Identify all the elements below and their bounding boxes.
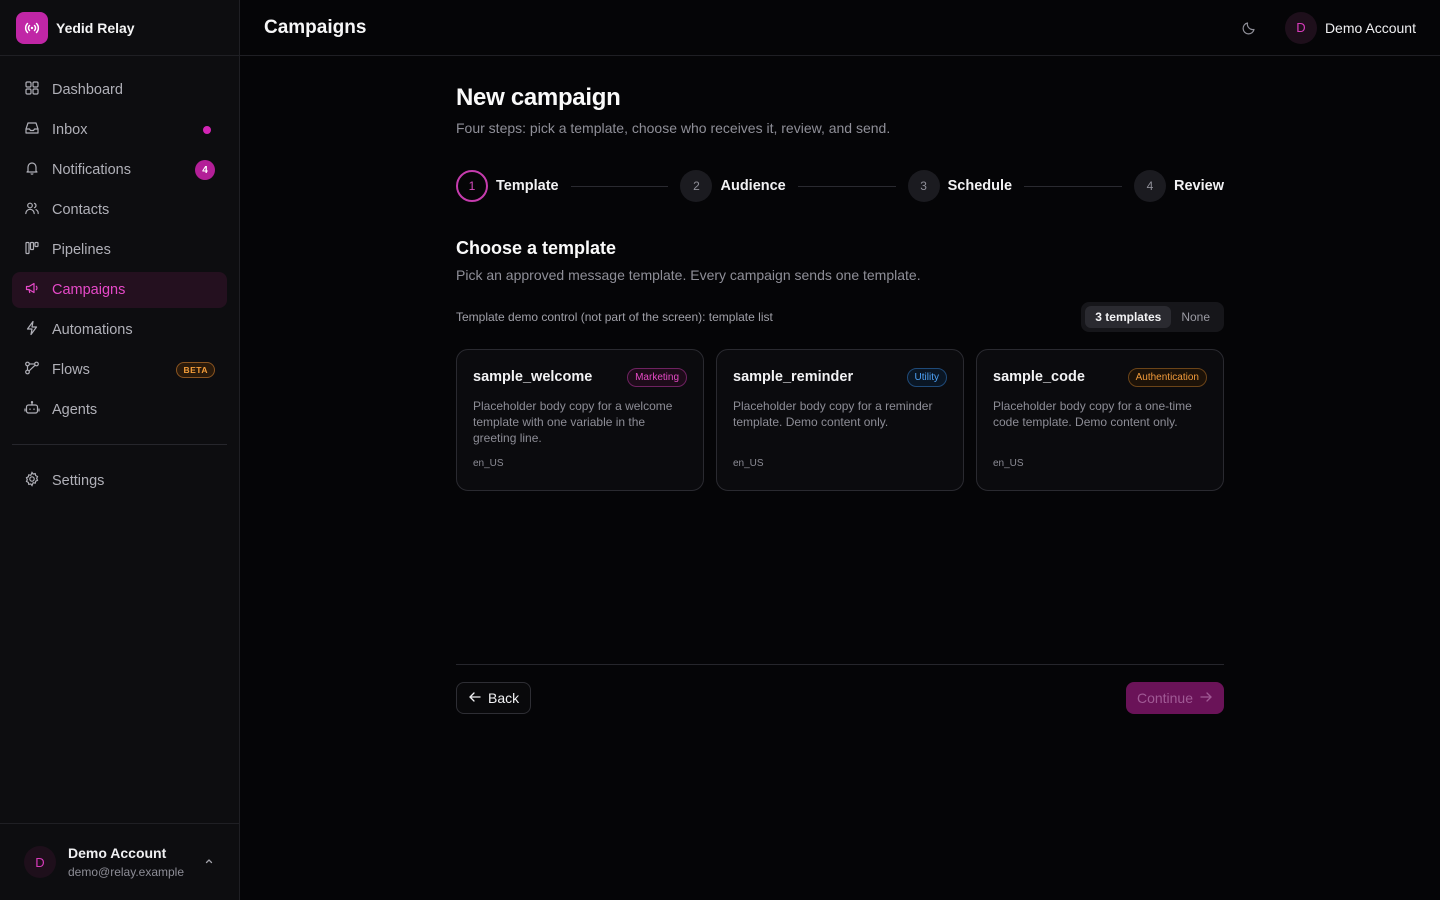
sidebar-item-label: Flows — [52, 362, 90, 378]
continue-button[interactable]: Continue — [1125, 682, 1224, 714]
demo-control-label: Template demo control (not part of the s… — [456, 310, 773, 324]
sidebar-item-label: Contacts — [52, 202, 110, 218]
template-list-toggle: 3 templates None — [1081, 302, 1224, 332]
template-card-sample-welcome[interactable]: sample_welcome Marketing Placeholder bod… — [456, 349, 704, 491]
bolt-icon — [24, 320, 40, 340]
inbox-icon — [24, 120, 40, 140]
step-connector — [1024, 185, 1122, 187]
arrow-left-icon — [468, 690, 482, 707]
kanban-icon — [24, 240, 40, 260]
step-template[interactable]: 1 Template — [456, 170, 559, 202]
sidebar-item-settings[interactable]: Settings — [12, 463, 227, 499]
wizard-subtitle: Four steps: pick a template, choose who … — [456, 120, 891, 136]
sidebar-item-label: Campaigns — [52, 282, 126, 298]
sidebar-item-dashboard[interactable]: Dashboard — [12, 72, 227, 108]
template-cards: sample_welcome Marketing Placeholder bod… — [456, 349, 1224, 491]
template-locale: en_US — [733, 458, 764, 469]
beta-badge: BETA — [176, 362, 215, 378]
sidebar-item-label: Inbox — [52, 122, 88, 138]
template-card-sample-code[interactable]: sample_code Authentication Placeholder b… — [976, 349, 1224, 491]
chevron-up-icon — [203, 854, 215, 872]
template-name: sample_code — [993, 369, 1085, 385]
broadcast-icon — [16, 11, 48, 44]
template-card-sample-reminder[interactable]: sample_reminder Utility Placeholder body… — [716, 349, 964, 491]
sidebar-item-campaigns[interactable]: Campaigns — [12, 272, 227, 308]
category-badge: Utility — [906, 367, 947, 387]
sidebar-item-automations[interactable]: Automations — [12, 312, 227, 348]
arrow-right-icon — [1199, 690, 1213, 707]
top-bar: Campaigns D Demo Account — [240, 0, 1440, 56]
template-name: sample_welcome — [473, 369, 593, 385]
template-locale: en_US — [993, 458, 1024, 469]
step-number: 1 — [456, 170, 488, 202]
bell-icon — [24, 160, 40, 180]
back-button[interactable]: Back — [456, 682, 532, 714]
sidebar-nav: Dashboard Inbox Notifications 4 Contacts… — [0, 56, 239, 499]
sidebar-item-inbox[interactable]: Inbox — [12, 112, 227, 148]
category-badge: Authentication — [1127, 367, 1207, 387]
unread-dot — [203, 126, 211, 134]
sidebar-item-contacts[interactable]: Contacts — [12, 192, 227, 228]
template-body: Placeholder body copy for a one-time cod… — [993, 399, 1192, 429]
step-label: Audience — [720, 178, 786, 194]
sidebar-item-label: Notifications — [52, 162, 131, 178]
step-number: 2 — [680, 170, 713, 202]
step-schedule[interactable]: 3 Schedule — [907, 170, 1013, 202]
sidebar-divider — [12, 444, 227, 445]
category-badge: Marketing — [627, 367, 687, 387]
account-switcher[interactable]: D Demo Account demo@relay.example — [0, 823, 239, 900]
step-label: Schedule — [947, 178, 1013, 194]
sidebar-item-flows[interactable]: Flows BETA — [12, 352, 227, 388]
back-button-label: Back — [488, 690, 520, 706]
sidebar-item-label: Pipelines — [52, 242, 111, 258]
step-review[interactable]: 4 Review — [1134, 170, 1224, 202]
brand[interactable]: Yedid Relay — [0, 0, 239, 56]
template-body: Placeholder body copy for a reminder tem… — [733, 399, 933, 429]
user-menu[interactable]: D Demo Account — [1284, 11, 1416, 44]
sidebar-item-agents[interactable]: Agents — [12, 392, 227, 428]
demo-control: Template demo control (not part of the s… — [456, 301, 1224, 333]
step-number: 3 — [907, 170, 940, 202]
template-body: Placeholder body copy for a welcome temp… — [473, 399, 673, 445]
avatar: D — [1284, 11, 1317, 44]
continue-button-label: Continue — [1136, 690, 1193, 706]
section-subtitle: Pick an approved message template. Every… — [456, 267, 921, 283]
step-audience[interactable]: 2 Audience — [680, 170, 786, 202]
template-name: sample_reminder — [733, 369, 854, 385]
step-label: Review — [1174, 178, 1224, 194]
step-label: Template — [496, 178, 559, 194]
megaphone-icon — [24, 280, 40, 300]
wizard-title: New campaign — [456, 84, 621, 111]
notification-count-badge: 4 — [195, 160, 215, 180]
account-email: demo@relay.example — [68, 865, 185, 879]
stepper: 1 Template 2 Audience 3 Schedule 4 Revie… — [456, 170, 1224, 202]
step-connector — [797, 185, 896, 187]
template-locale: en_US — [473, 458, 504, 469]
brand-name: Yedid Relay — [56, 19, 135, 36]
bot-icon — [24, 400, 40, 420]
sidebar-item-label: Dashboard — [52, 82, 123, 98]
moon-icon[interactable] — [1241, 20, 1257, 36]
sidebar-item-label: Agents — [52, 402, 98, 418]
page-title: Campaigns — [264, 16, 367, 38]
gear-icon — [24, 471, 40, 491]
sidebar-item-label: Settings — [52, 473, 105, 489]
step-connector — [570, 185, 669, 187]
toggle-none[interactable]: None — [1171, 306, 1220, 328]
users-icon — [24, 200, 40, 220]
wizard-footer: Back Continue — [456, 664, 1224, 714]
section-title: Choose a template — [456, 238, 617, 258]
avatar: D — [24, 846, 56, 878]
account-name: Demo Account — [68, 845, 167, 861]
sidebar: Yedid Relay Dashboard Inbox Notification… — [0, 0, 240, 900]
grid-icon — [24, 80, 40, 100]
sidebar-item-pipelines[interactable]: Pipelines — [12, 232, 227, 268]
workflow-icon — [24, 360, 40, 380]
step-number: 4 — [1134, 170, 1166, 202]
toggle-3-templates[interactable]: 3 templates — [1085, 306, 1172, 328]
sidebar-item-label: Automations — [52, 322, 133, 338]
campaign-wizard: New campaign Four steps: pick a template… — [456, 56, 1224, 491]
user-name: Demo Account — [1324, 19, 1416, 36]
sidebar-item-notifications[interactable]: Notifications 4 — [12, 152, 227, 188]
